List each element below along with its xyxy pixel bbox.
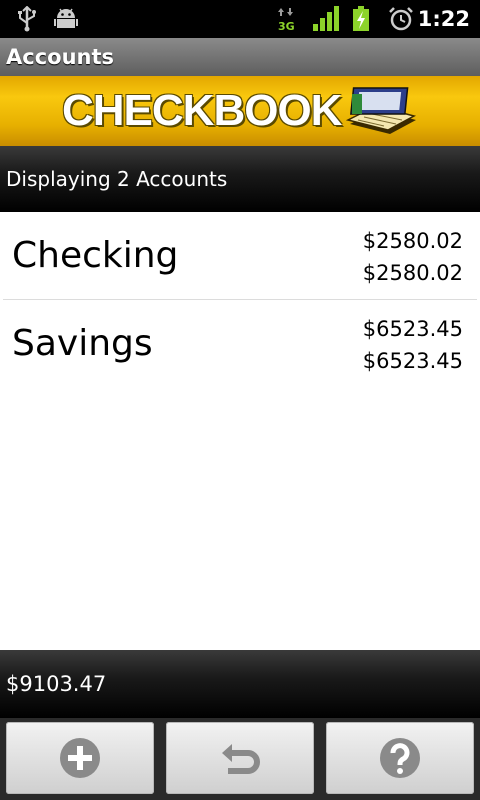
total-bar: $9103.47 <box>0 650 480 718</box>
back-icon <box>222 744 260 774</box>
accounts-count-label: Displaying 2 Accounts <box>6 167 228 191</box>
account-row-checking[interactable]: Checking $2580.02 $2580.02 <box>3 212 477 299</box>
android-debug-icon <box>54 6 78 36</box>
account-balance: $6523.45 <box>362 317 463 341</box>
screen: 3G 1:22 Accounts CHECKBOOK Displaying 2 … <box>0 0 480 800</box>
account-balance: $2580.02 <box>362 229 463 253</box>
account-name: Savings <box>12 323 153 364</box>
back-button[interactable] <box>166 722 314 794</box>
bottom-toolbar <box>0 718 480 800</box>
usb-icon <box>16 5 38 36</box>
account-row-savings[interactable]: Savings $6523.45 $6523.45 <box>3 299 477 386</box>
svg-text:3G: 3G <box>278 20 295 31</box>
help-button[interactable] <box>326 722 474 794</box>
3g-data-icon: 3G <box>276 7 298 35</box>
account-list: Checking $2580.02 $2580.02 Savings $6523… <box>0 212 480 650</box>
total-balance: $9103.47 <box>6 672 107 696</box>
status-time: 1:22 <box>417 7 470 31</box>
account-cleared-balance: $6523.45 <box>362 349 463 373</box>
title-bar: Accounts <box>0 38 480 76</box>
banner-title: CHECKBOOK <box>62 86 342 135</box>
app-banner: CHECKBOOK <box>0 76 480 146</box>
checkbook-logo-icon <box>344 84 420 146</box>
battery-charging-icon <box>352 6 370 36</box>
status-bar: 3G 1:22 <box>0 0 480 38</box>
alarm-icon <box>388 6 414 36</box>
add-account-button[interactable] <box>6 722 154 794</box>
page-title: Accounts <box>6 45 115 69</box>
accounts-header: Displaying 2 Accounts <box>0 146 480 212</box>
add-icon <box>60 738 100 778</box>
help-icon <box>380 738 420 778</box>
account-cleared-balance: $2580.02 <box>362 261 463 285</box>
signal-icon <box>312 6 340 36</box>
account-name: Checking <box>12 235 179 276</box>
